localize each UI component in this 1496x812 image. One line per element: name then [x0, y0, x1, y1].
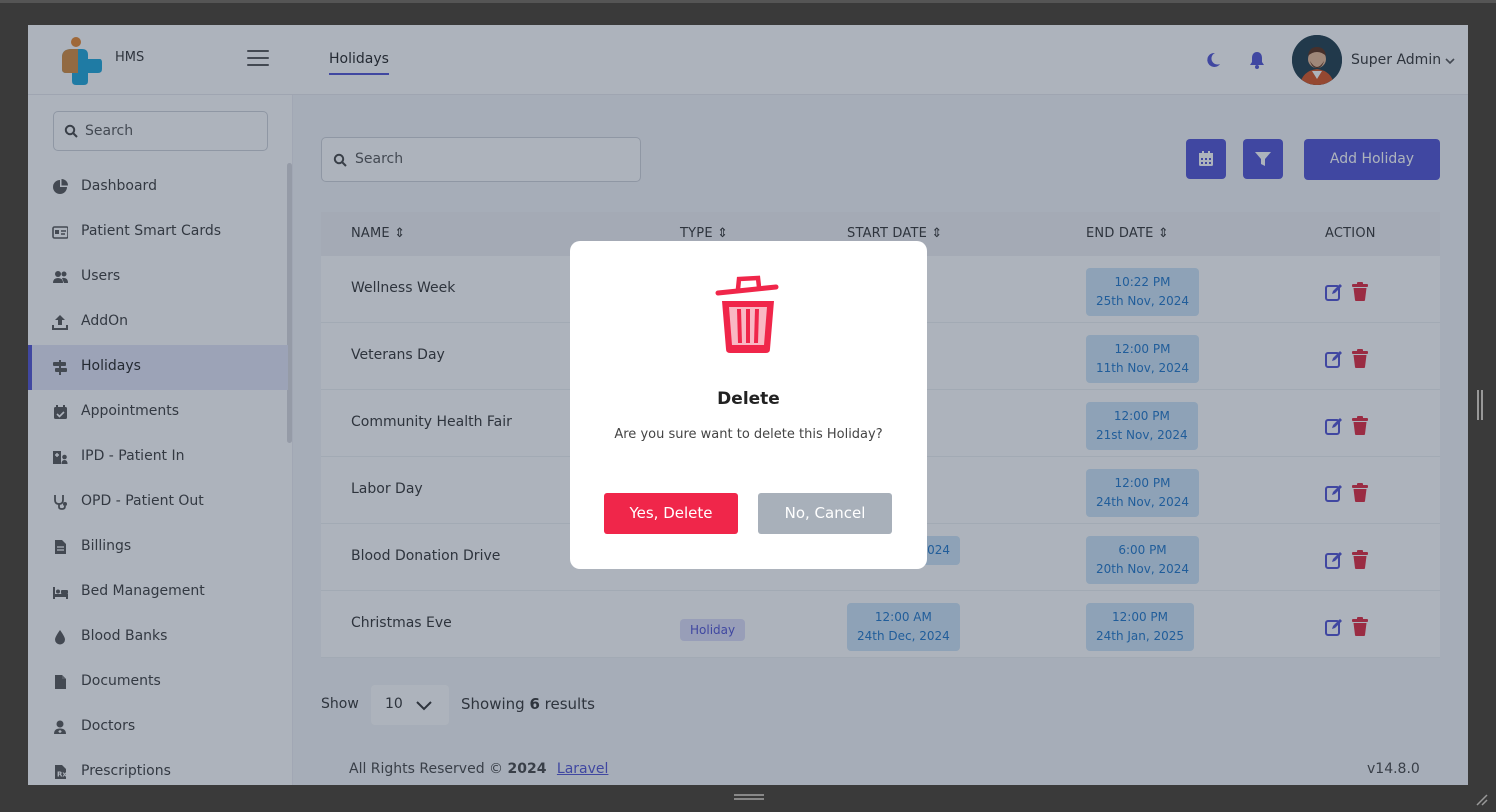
bottom-frame — [0, 785, 1496, 812]
horizontal-resize-handle[interactable] — [734, 794, 764, 800]
left-frame — [0, 25, 28, 785]
app-window: HMS Holidays Super Admin Search Dashboar… — [28, 25, 1468, 785]
browser-top-strip — [0, 0, 1496, 25]
vertical-resize-handle[interactable] — [1477, 390, 1483, 420]
dialog-title: Delete — [717, 389, 780, 409]
dialog-message: Are you sure want to delete this Holiday… — [614, 427, 883, 442]
right-frame — [1468, 25, 1496, 785]
resize-corner-icon[interactable] — [1476, 794, 1488, 806]
cancel-button[interactable]: No, Cancel — [758, 493, 892, 534]
delete-confirm-dialog: Delete Are you sure want to delete this … — [570, 241, 927, 569]
trash-icon — [715, 275, 779, 353]
confirm-delete-button[interactable]: Yes, Delete — [604, 493, 738, 534]
